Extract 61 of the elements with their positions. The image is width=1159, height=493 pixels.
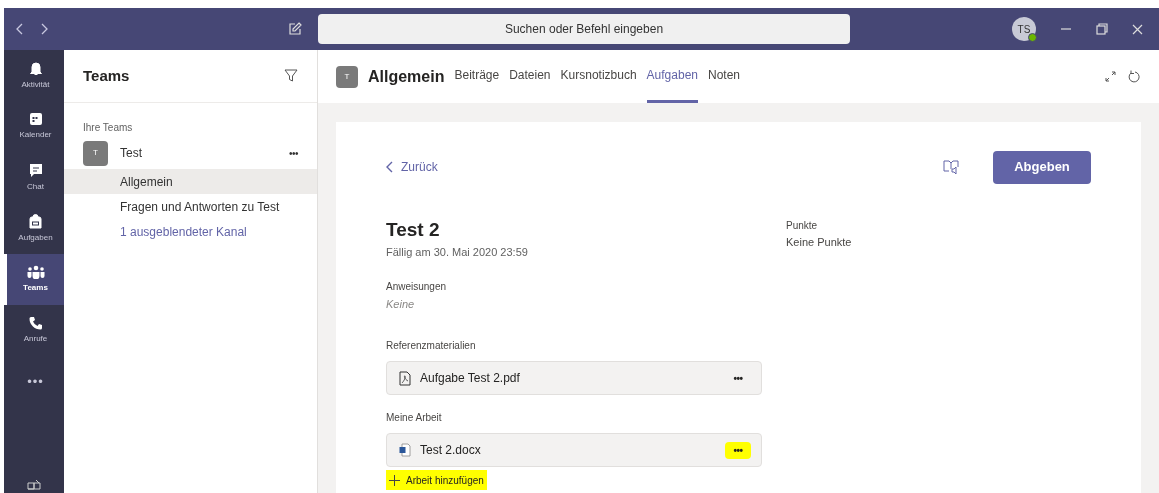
store-icon[interactable]	[27, 479, 42, 491]
rail-item[interactable]: Teams	[4, 254, 64, 305]
section-label: Referenzmaterialien	[386, 339, 477, 353]
file-attachment[interactable]: Aufgabe Test 2.pdf •••	[386, 361, 762, 395]
forward-icon[interactable]	[40, 23, 48, 35]
rail-item[interactable]: •••	[4, 356, 64, 407]
more-button[interactable]: •••	[289, 145, 298, 161]
phone-icon	[28, 316, 43, 330]
plus-icon	[389, 474, 400, 486]
channel-item[interactable]: Fragen und Antworten zu Test	[64, 194, 317, 219]
file-name: Test 2.docx	[420, 442, 481, 459]
assignment-title: Test 2	[386, 218, 441, 242]
more-button[interactable]: •••	[725, 441, 751, 459]
channel-tab[interactable]: Aufgaben	[646, 50, 698, 103]
rail-item[interactable]: Anrufe	[4, 305, 64, 356]
add-work-link[interactable]: Arbeit hinzufügen	[386, 470, 487, 490]
instructions-text: Keine	[386, 296, 416, 312]
close-icon[interactable]	[1132, 23, 1143, 35]
team-avatar: T	[336, 65, 358, 88]
refresh-icon[interactable]	[1128, 70, 1141, 83]
more-button[interactable]: •••	[725, 369, 751, 387]
backpack-icon	[29, 213, 42, 229]
rail-item[interactable]: Aufgaben	[4, 203, 64, 254]
pdf-file-icon	[399, 370, 411, 386]
compose-icon[interactable]	[288, 22, 302, 36]
chat-icon	[28, 162, 43, 178]
sidebar-title: Teams	[83, 65, 130, 86]
rail-item[interactable]: Chat	[4, 152, 64, 203]
channel-item[interactable]: Allgemein	[64, 169, 317, 194]
channel-tab[interactable]: Noten	[708, 50, 740, 103]
channel-tab[interactable]: Beiträge	[454, 50, 500, 103]
back-link[interactable]: Zurück	[386, 158, 438, 176]
hidden-channels-link[interactable]: 1 ausgeblendeter Kanal	[64, 219, 317, 244]
calendar-icon	[28, 112, 43, 126]
file-attachment[interactable]: Test 2.docx •••	[386, 433, 762, 467]
submit-button[interactable]: Abgeben	[993, 150, 1091, 184]
section-label: Anweisungen	[386, 279, 448, 294]
channel-tab[interactable]: Kursnotizbuch	[560, 50, 637, 103]
chevron-left-icon	[386, 161, 393, 173]
due-date: Fällig am 30. Mai 2020 23:59	[386, 245, 529, 260]
bell-icon	[28, 60, 43, 76]
rail-item[interactable]: Kalender	[4, 101, 64, 152]
avatar[interactable]: TS	[1012, 17, 1036, 41]
word-file-icon	[399, 443, 411, 457]
channel-title: Allgemein	[368, 66, 445, 87]
back-icon[interactable]	[16, 23, 24, 35]
expand-icon[interactable]	[1105, 71, 1116, 82]
team-name[interactable]: Test	[120, 144, 142, 162]
search-field[interactable]: Suchen oder Befehl eingeben	[318, 14, 850, 44]
points-label: Punkte	[786, 219, 819, 233]
immersive-reader-icon[interactable]	[943, 159, 959, 175]
section-label: Meine Arbeit	[386, 411, 443, 425]
restore-icon[interactable]	[1096, 23, 1108, 35]
filter-icon[interactable]	[284, 69, 298, 83]
team-avatar: T	[83, 140, 108, 166]
points-value: Keine Punkte	[786, 235, 852, 250]
file-name: Aufgabe Test 2.pdf	[420, 370, 520, 387]
people-icon	[26, 265, 45, 279]
channel-tab[interactable]: Dateien	[509, 50, 551, 103]
rail-item[interactable]: Aktivität	[4, 50, 64, 101]
section-label: Ihre Teams	[82, 121, 134, 134]
